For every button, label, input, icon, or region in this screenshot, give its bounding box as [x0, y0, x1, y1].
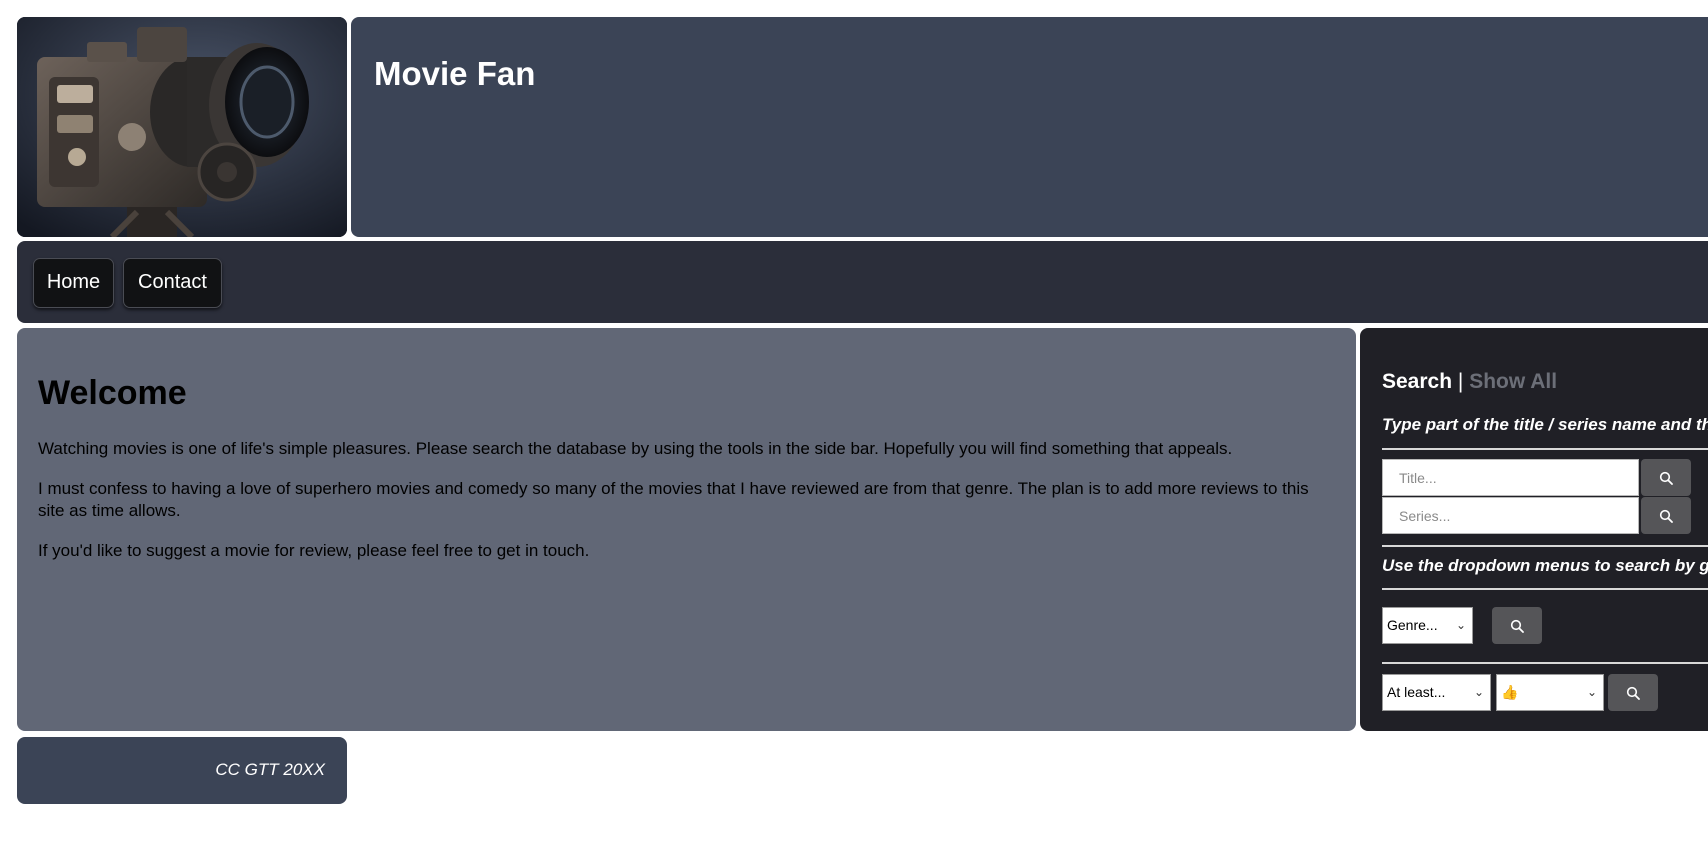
series-search-button[interactable]: [1641, 497, 1691, 534]
rating-select[interactable]: 👍 ⌄: [1496, 674, 1604, 711]
tab-show-all[interactable]: Show All: [1469, 370, 1557, 393]
thumbs-up-icon: 👍: [1501, 684, 1519, 700]
search-sidebar: Search | Show All Type part of the title…: [1360, 328, 1708, 731]
film-camera-image: [17, 17, 347, 237]
divider: [1382, 545, 1708, 547]
divider: [1382, 588, 1708, 590]
site-logo: [17, 17, 347, 237]
search-icon: [1510, 619, 1524, 633]
nav-bar: Home Contact: [17, 241, 1708, 323]
genre-select-value: Genre...: [1387, 617, 1438, 633]
nav-contact-button[interactable]: Contact: [123, 258, 222, 308]
divider: [1382, 448, 1708, 450]
title-search-input[interactable]: [1382, 459, 1639, 496]
genre-select[interactable]: Genre... ⌄: [1382, 607, 1473, 644]
main-content: Welcome Watching movies is one of life's…: [17, 328, 1356, 731]
title-search-button[interactable]: [1641, 459, 1691, 496]
tab-separator: |: [1457, 370, 1464, 393]
tab-search[interactable]: Search: [1382, 370, 1452, 393]
series-search-input[interactable]: [1382, 497, 1639, 534]
nav-home-button[interactable]: Home: [33, 258, 114, 308]
site-title: Movie Fan: [374, 55, 536, 92]
intro-paragraph: Watching movies is one of life's simple …: [38, 439, 1233, 458]
search-icon: [1659, 471, 1673, 485]
chevron-down-icon: ⌄: [1586, 685, 1597, 699]
header-banner: Movie Fan: [351, 17, 1708, 237]
rating-search-button[interactable]: [1608, 674, 1658, 711]
footer: CC GTT 20XX: [17, 737, 347, 804]
dropdown-search-hint: Use the dropdown menus to search by ge: [1382, 556, 1708, 575]
welcome-heading: Welcome: [38, 374, 187, 412]
minimum-rating-select[interactable]: At least... ⌄: [1382, 674, 1491, 711]
chevron-down-icon: ⌄: [1473, 685, 1484, 699]
search-icon: [1659, 509, 1673, 523]
search-icon: [1626, 686, 1640, 700]
footer-copyright: CC GTT 20XX: [215, 760, 325, 779]
genre-search-button[interactable]: [1492, 607, 1542, 644]
chevron-down-icon: ⌄: [1455, 618, 1466, 632]
sidebar-tabs: Search | Show All: [1382, 370, 1557, 394]
contact-paragraph: If you'd like to suggest a movie for rev…: [38, 541, 590, 560]
genre-paragraph: I must confess to having a love of super…: [38, 479, 1309, 520]
divider: [1382, 662, 1708, 664]
minimum-rating-value: At least...: [1387, 684, 1446, 700]
text-search-hint: Type part of the title / series name and…: [1382, 415, 1708, 434]
